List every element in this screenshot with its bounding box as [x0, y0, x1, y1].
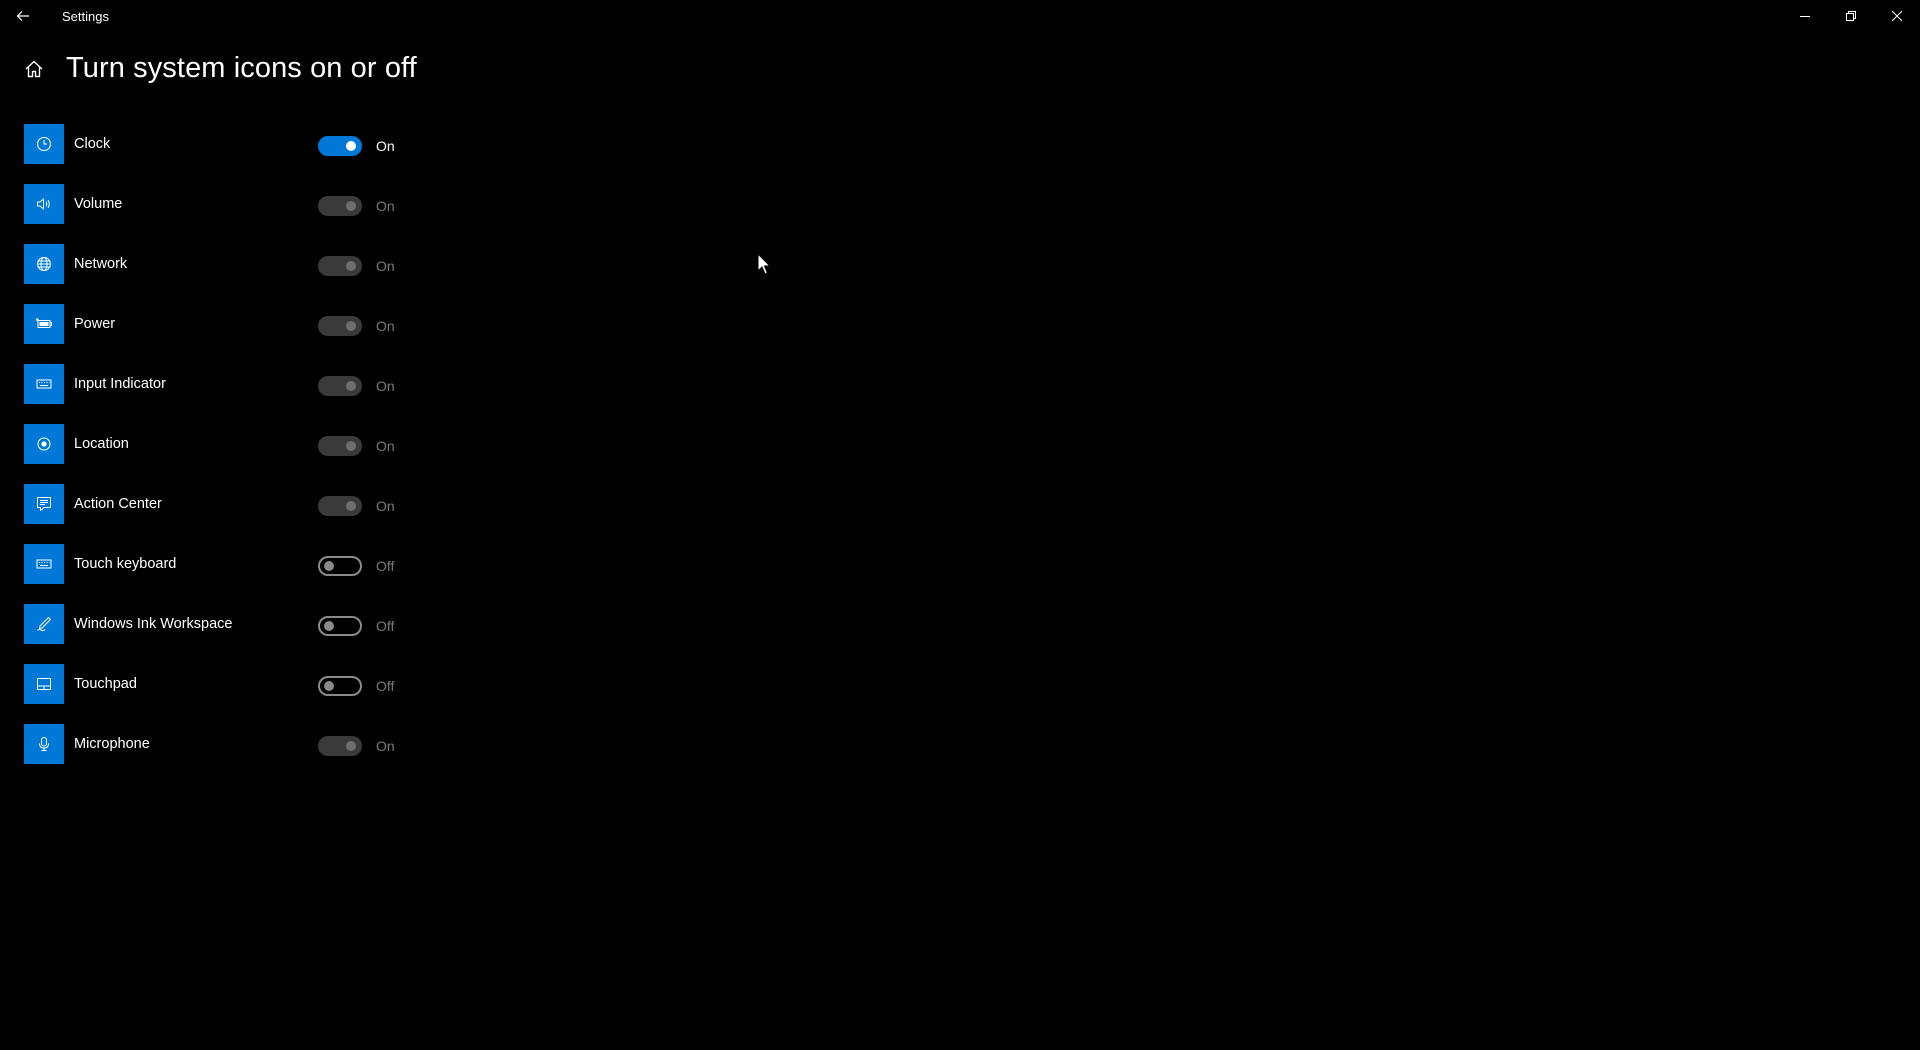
page-header: Turn system icons on or off — [22, 52, 417, 85]
battery-icon — [36, 318, 52, 328]
touch-keyboard-icon — [36, 559, 52, 569]
app-title: Settings — [62, 9, 109, 24]
microphone-tile — [24, 724, 64, 764]
touchpad-icon — [37, 678, 51, 690]
item-label: Network — [74, 256, 128, 272]
minimize-icon — [1800, 16, 1810, 17]
toggle-knob — [346, 321, 356, 331]
item-label: Touchpad — [74, 676, 137, 692]
toggle-state-label: On — [376, 378, 395, 394]
toggle-knob — [346, 201, 356, 211]
title-bar: Settings — [0, 0, 1920, 32]
restore-icon — [1846, 11, 1856, 21]
toggle-state-label: On — [376, 198, 395, 214]
item-label: Windows Ink Workspace — [74, 616, 233, 632]
page-title: Turn system icons on or off — [66, 52, 417, 84]
item-label: Touch keyboard — [74, 556, 177, 572]
toggle-knob — [346, 381, 356, 391]
toggle-state-label: On — [376, 438, 395, 454]
toggle-knob — [324, 681, 334, 691]
toggle-state-label: On — [376, 138, 395, 154]
toggle-knob — [324, 621, 334, 631]
toggle-state-label: Off — [376, 618, 395, 634]
toggle-knob — [346, 741, 356, 751]
home-button[interactable] — [22, 57, 46, 81]
toggle-state-label: On — [376, 498, 395, 514]
power-tile — [24, 304, 64, 344]
toggle-state-label: On — [376, 258, 395, 274]
action-center-tile — [24, 484, 64, 524]
list-item-volume: Volume On — [24, 184, 424, 244]
network-toggle[interactable] — [318, 256, 362, 276]
home-icon — [25, 60, 43, 77]
toggle-state-label: On — [376, 738, 395, 754]
input-indicator-tile — [24, 364, 64, 404]
list-item-location: Location On — [24, 424, 424, 484]
pen-icon — [37, 617, 51, 632]
windows-ink-tile — [24, 604, 64, 644]
item-label: Clock — [74, 136, 111, 152]
location-toggle[interactable] — [318, 436, 362, 456]
toggle-knob — [324, 561, 334, 571]
toggle-knob — [346, 141, 356, 151]
keyboard-icon — [36, 379, 52, 389]
minimize-button[interactable] — [1782, 0, 1828, 32]
list-item-network: Network On — [24, 244, 424, 304]
toggle-knob — [346, 501, 356, 511]
clock-tile — [24, 124, 64, 164]
restore-button[interactable] — [1828, 0, 1874, 32]
toggle-state-label: On — [376, 318, 395, 334]
location-tile — [24, 424, 64, 464]
input-indicator-toggle[interactable] — [318, 376, 362, 396]
action-center-icon — [37, 497, 51, 511]
action-center-toggle[interactable] — [318, 496, 362, 516]
list-item-microphone: Microphone On — [24, 724, 424, 784]
item-label: Input Indicator — [74, 376, 166, 392]
list-item-touchpad: Touchpad Off — [24, 664, 424, 724]
list-item-touch-keyboard: Touch keyboard Off — [24, 544, 424, 604]
list-item-windows-ink-workspace: Windows Ink Workspace Off — [24, 604, 424, 664]
back-button[interactable] — [11, 4, 35, 28]
location-icon — [37, 437, 51, 451]
item-label: Power — [74, 316, 116, 332]
clock-icon — [36, 136, 52, 152]
system-icons-list: Clock On Volume On Network On Power On I… — [24, 124, 424, 784]
list-item-action-center: Action Center On — [24, 484, 424, 544]
close-icon — [1891, 10, 1903, 22]
toggle-state-label: Off — [376, 558, 395, 574]
item-label: Microphone — [74, 736, 150, 752]
close-button[interactable] — [1874, 0, 1920, 32]
microphone-icon — [39, 737, 49, 751]
globe-icon — [37, 257, 51, 271]
volume-icon — [37, 198, 50, 210]
network-tile — [24, 244, 64, 284]
volume-toggle[interactable] — [318, 196, 362, 216]
item-label: Volume — [74, 196, 123, 212]
power-toggle[interactable] — [318, 316, 362, 336]
touch-keyboard-toggle[interactable] — [318, 556, 362, 576]
item-label: Action Center — [74, 496, 162, 512]
window-controls — [1782, 0, 1920, 32]
list-item-clock: Clock On — [24, 124, 424, 184]
back-arrow-icon — [16, 11, 29, 21]
list-item-power: Power On — [24, 304, 424, 364]
clock-toggle[interactable] — [318, 136, 362, 156]
toggle-knob — [346, 261, 356, 271]
touchpad-tile — [24, 664, 64, 704]
mouse-cursor-icon — [757, 253, 772, 275]
list-item-input-indicator: Input Indicator On — [24, 364, 424, 424]
volume-tile — [24, 184, 64, 224]
touch-keyboard-tile — [24, 544, 64, 584]
touchpad-toggle[interactable] — [318, 676, 362, 696]
toggle-knob — [346, 441, 356, 451]
item-label: Location — [74, 436, 129, 452]
microphone-toggle[interactable] — [318, 736, 362, 756]
toggle-state-label: Off — [376, 678, 395, 694]
windows-ink-toggle[interactable] — [318, 616, 362, 636]
